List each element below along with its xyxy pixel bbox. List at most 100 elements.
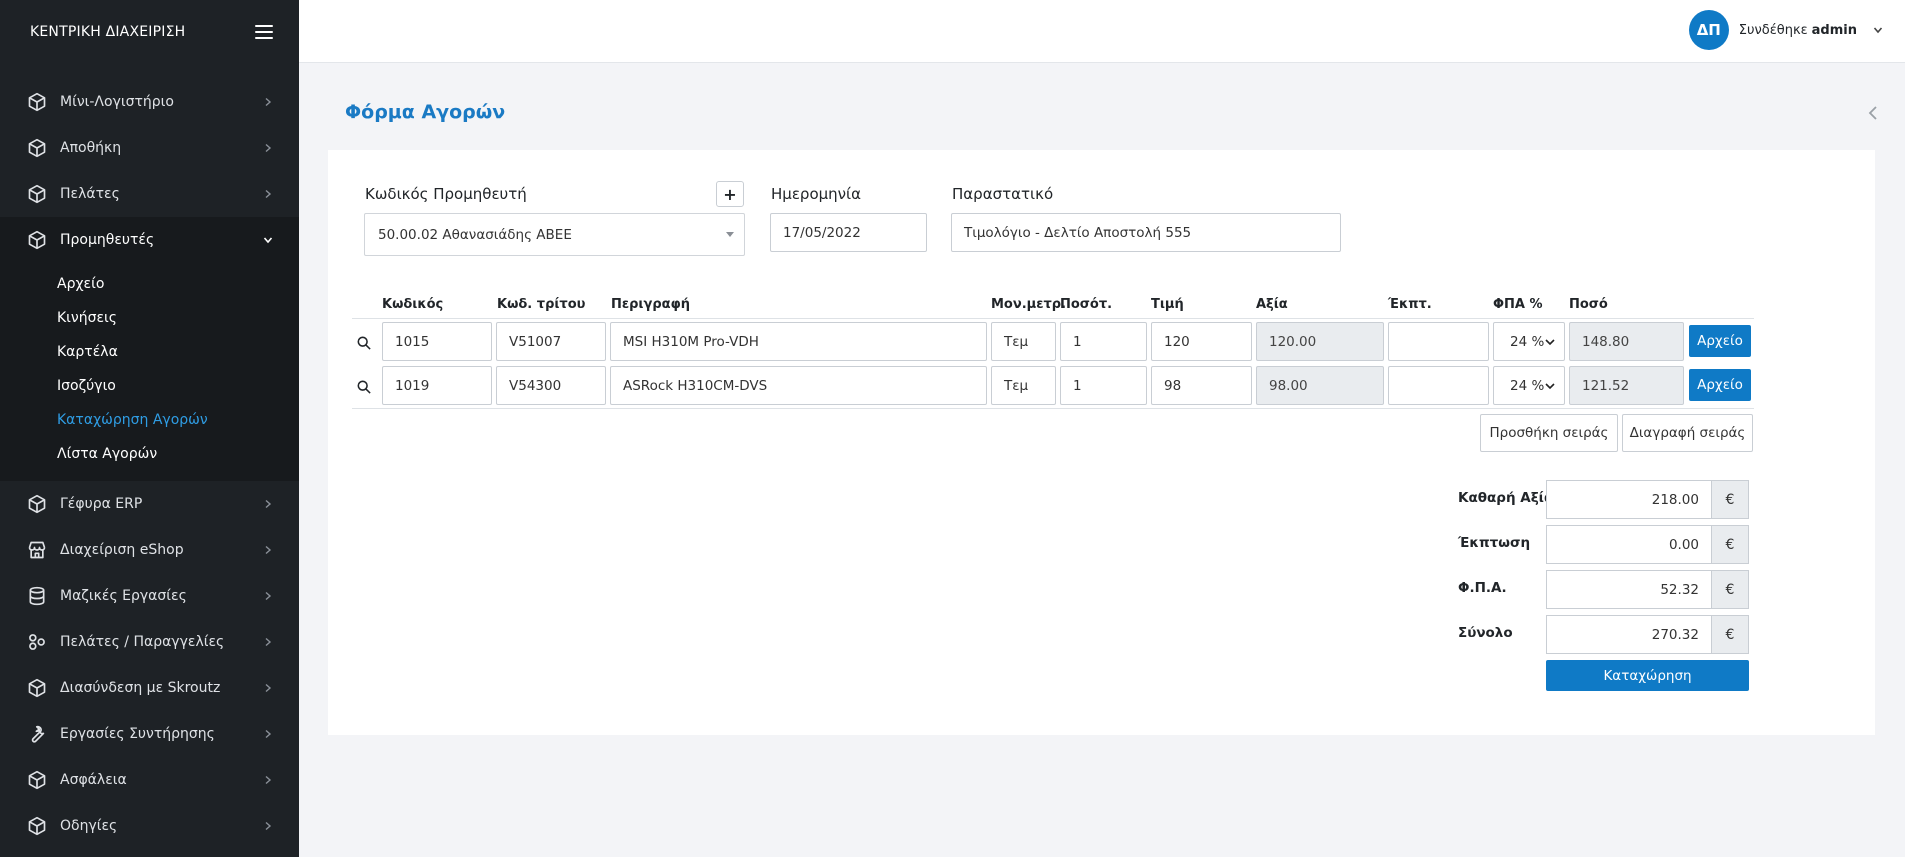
row2-file-button[interactable]: Αρχείο <box>1689 369 1751 401</box>
chevron-right-icon <box>265 189 272 199</box>
row1-file-button[interactable]: Αρχείο <box>1689 325 1751 357</box>
sidebar-item-maintenance[interactable]: Εργασίες Συντήρησης <box>0 711 299 757</box>
submenu-item-purchase-entry[interactable]: Καταχώρηση Αγορών <box>0 403 299 437</box>
chevron-right-icon <box>265 143 272 153</box>
document-label: Παραστατικό <box>952 185 1054 203</box>
submit-button[interactable]: Καταχώρηση <box>1546 660 1749 691</box>
row1-value-input: 120.00 <box>1256 322 1384 361</box>
sidebar-item-label: Εργασίες Συντήρησης <box>60 726 215 742</box>
sidebar-item-warehouse[interactable]: Αποθήκη <box>0 125 299 171</box>
row2-discount-input[interactable] <box>1388 366 1489 405</box>
username: admin <box>1811 22 1857 38</box>
submenu-item-card[interactable]: Καρτέλα <box>0 335 299 369</box>
cube-icon <box>28 184 46 204</box>
supplier-value: 50.00.02 Αθανασιάδης ΑΒΕΕ <box>378 226 572 243</box>
row2-code-input[interactable]: 1019 <box>382 366 492 405</box>
row1-qty-input[interactable]: 1 <box>1060 322 1147 361</box>
chevron-right-icon <box>265 775 272 785</box>
sidebar-item-label: Αποθήκη <box>60 140 122 156</box>
sidebar-item-eshop[interactable]: Διαχείριση eShop <box>0 527 299 573</box>
caret-down-icon <box>726 232 734 237</box>
row1-discount-input[interactable] <box>1388 322 1489 361</box>
sidebar-item-label: Πελάτες / Παραγγελίες <box>60 634 225 650</box>
sidebar-item-instructions[interactable]: Οδηγίες <box>0 803 299 849</box>
discount-input[interactable]: 0.00 <box>1546 525 1711 564</box>
sidebar-item-customer-orders[interactable]: Πελάτες / Παραγγελίες <box>0 619 299 665</box>
sidebar-item-suppliers[interactable]: Προμηθευτές <box>0 217 299 263</box>
user-menu[interactable]: ΔΠ Συνδέθηκε admin <box>1688 10 1883 50</box>
sidebar-item-erp-bridge[interactable]: Γέφυρα ERP <box>0 481 299 527</box>
chevron-right-icon <box>265 591 272 601</box>
logged-in-text: Συνδέθηκε <box>1738 22 1808 38</box>
chevron-right-icon <box>265 97 272 107</box>
sidebar-item-customers[interactable]: Πελάτες <box>0 171 299 217</box>
sidebar-item-label: Προμηθευτές <box>60 232 155 248</box>
add-row-button[interactable]: Προσθήκη σειράς <box>1480 414 1618 452</box>
row1-amount-input: 148.80 <box>1569 322 1684 361</box>
col-header-price: Τιμή <box>1151 297 1184 312</box>
col-header-description: Περιγραφή <box>611 297 691 312</box>
currency-addon: € <box>1711 615 1749 654</box>
database-icon <box>29 586 45 606</box>
chevron-down-icon <box>1545 339 1555 346</box>
sidebar-item-label: Διαχείριση eShop <box>60 542 184 558</box>
avatar: ΔΠ <box>1688 10 1729 50</box>
document-input[interactable]: Τιμολόγιο - Δελτίο Αποστολή 555 <box>951 213 1341 252</box>
submenu-item-movements[interactable]: Κινήσεις <box>0 301 299 335</box>
search-icon[interactable] <box>357 380 371 394</box>
row2-third-code-input[interactable]: V54300 <box>496 366 606 405</box>
store-icon <box>28 541 46 559</box>
search-icon[interactable] <box>357 336 371 350</box>
row1-price-input[interactable]: 120 <box>1151 322 1252 361</box>
row1-vat-select[interactable]: 24 % <box>1493 322 1565 361</box>
total-label: Σύνολο <box>1458 625 1513 641</box>
chevron-down-icon <box>263 237 273 244</box>
supplier-label: Κωδικός Προμηθευτή <box>365 185 527 203</box>
sidebar-item-label: Διασύνδεση με Skroutz <box>60 680 221 696</box>
row2-unit-input[interactable]: Τεμ <box>991 366 1056 405</box>
row1-unit-input[interactable]: Τεμ <box>991 322 1056 361</box>
submenu-item-file[interactable]: Αρχείο <box>0 267 299 301</box>
sidebar-item-label: Οδηγίες <box>60 818 118 834</box>
page-scrollbar[interactable] <box>1905 0 1913 857</box>
sidebar-item-label: Πελάτες <box>60 186 120 202</box>
row1-description-input[interactable]: MSI H310M Pro-VDH <box>610 322 987 361</box>
sidebar-item-mini-accounting[interactable]: Μίνι-Λογιστήριο <box>0 79 299 125</box>
row2-price-input[interactable]: 98 <box>1151 366 1252 405</box>
row1-third-code-input[interactable]: V51007 <box>496 322 606 361</box>
user-greeting: Συνδέθηκε admin <box>1739 23 1857 38</box>
discount-label: Έκπτωση <box>1458 535 1531 551</box>
sidebar-menu: Μίνι-Λογιστήριο Αποθήκη Πελάτες Προμηθευ… <box>0 79 299 263</box>
submenu-item-balance[interactable]: Ισοζύγιο <box>0 369 299 403</box>
col-header-third-code: Κωδ. τρίτου <box>497 297 586 312</box>
add-supplier-button[interactable]: + <box>716 181 744 207</box>
sidebar-item-bulk-tasks[interactable]: Μαζικές Εργασίες <box>0 573 299 619</box>
cube-icon <box>28 770 46 790</box>
delete-row-button[interactable]: Διαγραφή σειράς <box>1622 414 1753 452</box>
sidebar-item-label: Μίνι-Λογιστήριο <box>60 94 174 110</box>
sidebar-item-security[interactable]: Ασφάλεια <box>0 757 299 803</box>
hamburger-menu-icon[interactable] <box>255 25 273 39</box>
currency-addon: € <box>1711 525 1749 564</box>
sidebar-item-label: Μαζικές Εργασίες <box>60 588 187 604</box>
total-input[interactable]: 270.32 <box>1546 615 1711 654</box>
chevron-down-icon <box>1873 27 1883 34</box>
vat-input[interactable]: 52.32 <box>1546 570 1711 609</box>
net-value-input[interactable]: 218.00 <box>1546 480 1711 519</box>
row2-qty-input[interactable]: 1 <box>1060 366 1147 405</box>
row2-amount-input: 121.52 <box>1569 366 1684 405</box>
cube-icon <box>28 816 46 836</box>
row2-vat-value: 24 % <box>1510 377 1545 394</box>
cube-icon <box>28 138 46 158</box>
sidebar-item-skroutz[interactable]: Διασύνδεση με Skroutz <box>0 665 299 711</box>
supplier-select[interactable]: 50.00.02 Αθανασιάδης ΑΒΕΕ <box>364 213 745 256</box>
row2-vat-select[interactable]: 24 % <box>1493 366 1565 405</box>
date-input[interactable]: 17/05/2022 <box>770 213 927 252</box>
chevron-left-icon[interactable] <box>1866 105 1880 121</box>
row1-code-input[interactable]: 1015 <box>382 322 492 361</box>
cube-icon <box>28 92 46 112</box>
row2-description-input[interactable]: ASRock H310CM-DVS <box>610 366 987 405</box>
chevron-down-icon <box>1545 383 1555 390</box>
submenu-item-purchase-list[interactable]: Λίστα Αγορών <box>0 437 299 471</box>
col-header-value: Αξία <box>1256 297 1288 312</box>
